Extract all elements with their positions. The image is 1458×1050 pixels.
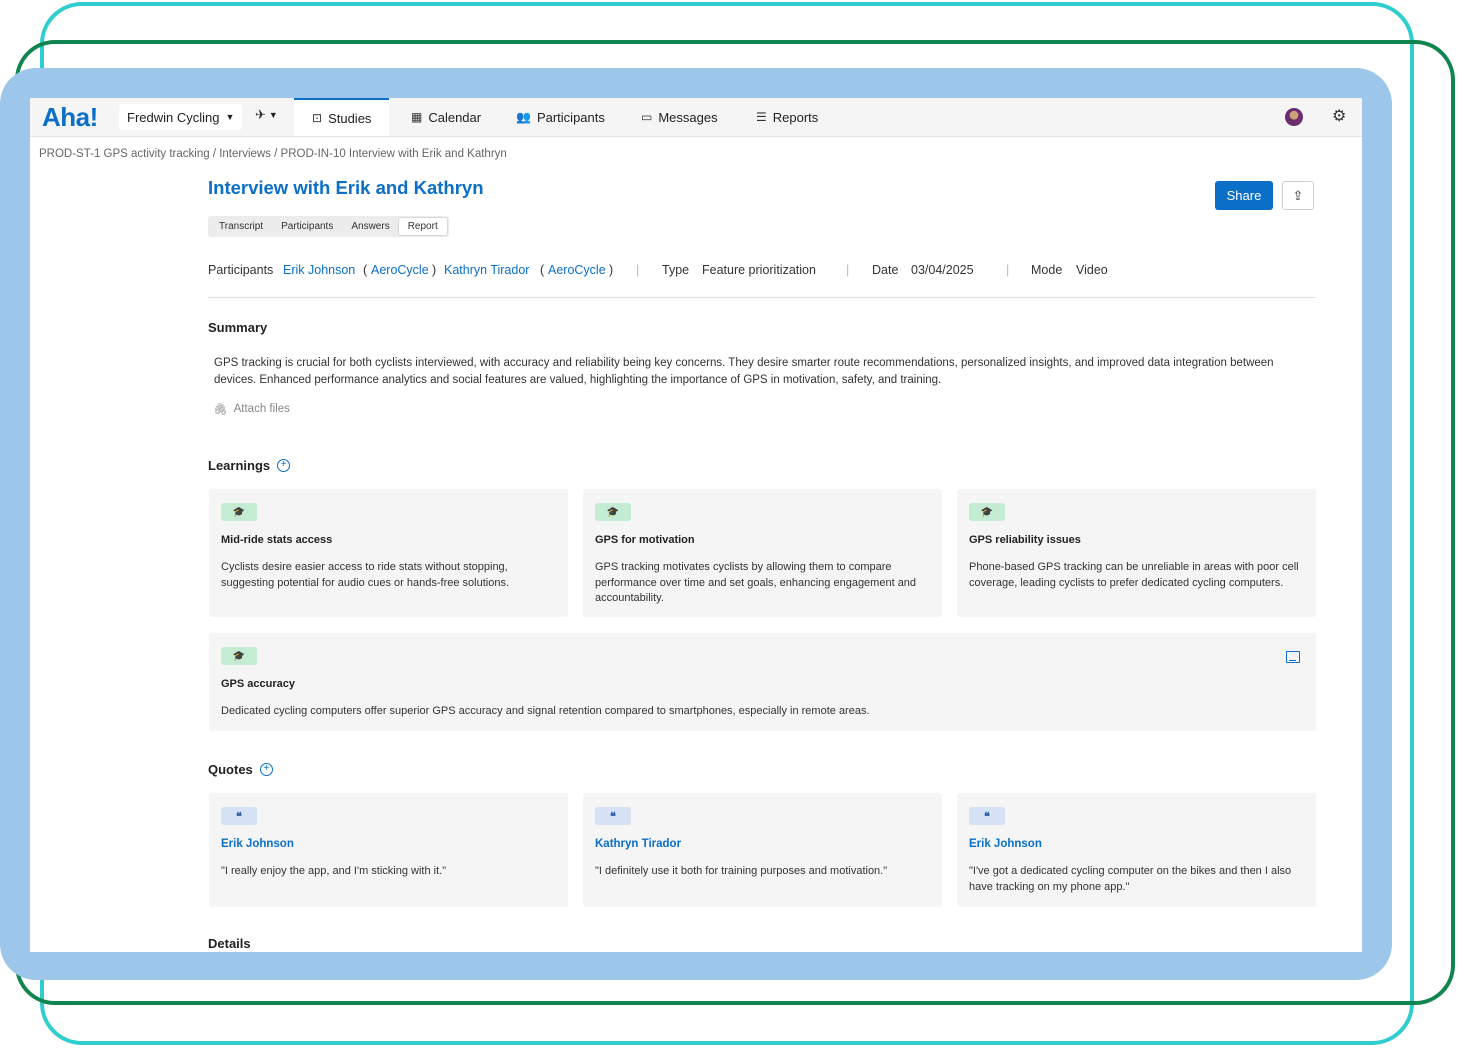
divider: |	[636, 263, 640, 277]
type-label: Type	[662, 263, 690, 277]
quote-icon: ❝	[221, 807, 257, 825]
image-icon[interactable]	[1286, 651, 1300, 663]
paren-close: )	[609, 263, 614, 277]
attach-files-label: Attach files	[233, 403, 290, 415]
paren-open: (	[540, 263, 545, 277]
studies-icon: ⊡	[312, 111, 323, 125]
subtab-report[interactable]: Report	[398, 218, 447, 235]
tab-participants[interactable]: 👥 Participants	[516, 98, 605, 136]
learning-card[interactable]: 🎓 GPS for motivation GPS tracking motiva…	[583, 489, 942, 617]
summary-title: Summary	[208, 320, 267, 335]
tab-calendar-label: Calendar	[428, 109, 482, 125]
export-icon: ⇪	[1292, 187, 1304, 203]
tab-calendar[interactable]: ▦ Calendar	[411, 98, 481, 136]
participants-label: Participants	[208, 263, 274, 277]
calendar-icon: ▦	[411, 110, 423, 124]
details-title: Details	[208, 936, 251, 951]
tab-messages-label: Messages	[658, 109, 718, 125]
learnings-title: Learnings +	[208, 458, 291, 473]
report-subtabs: Transcript Participants Answers Report	[208, 216, 449, 237]
learning-card[interactable]: 🎓 Mid-ride stats access Cyclists desire …	[209, 489, 568, 617]
participants-icon: 👥	[516, 110, 531, 124]
aha-logo[interactable]: Aha!	[42, 102, 98, 133]
add-quote-icon[interactable]: +	[259, 763, 273, 776]
summary-title-text: Summary	[208, 320, 268, 335]
tab-studies[interactable]: ⊡ Studies	[294, 98, 390, 136]
quote-icon: ❝	[595, 807, 631, 825]
learning-card[interactable]: 🎓 GPS accuracy Dedicated cycling compute…	[209, 633, 1316, 731]
paren-close: )	[432, 263, 437, 277]
subtab-transcript[interactable]: Transcript	[210, 218, 272, 235]
workspace-selector[interactable]: Fredwin Cycling ▼	[119, 104, 243, 130]
subtab-answers[interactable]: Answers	[342, 218, 398, 235]
avatar[interactable]	[1285, 108, 1303, 126]
participant-link[interactable]: Erik Johnson	[283, 263, 355, 277]
page-title[interactable]: Interview with Erik and Kathryn	[208, 177, 484, 199]
graduation-cap-icon: 🎓	[969, 503, 1005, 521]
quote-text: "I've got a dedicated cycling computer o…	[969, 865, 1292, 893]
tab-studies-label: Studies	[328, 110, 372, 126]
bird-icon: ✈	[255, 107, 266, 122]
app-window: Aha! Fredwin Cycling ▼ ✈ ▼ ⊡ Studies ▦ C…	[30, 98, 1362, 952]
top-nav-bar: Aha! Fredwin Cycling ▼ ✈ ▼ ⊡ Studies ▦ C…	[30, 98, 1362, 137]
share-button[interactable]: Share	[1215, 181, 1273, 210]
type-value: Feature prioritization	[702, 263, 816, 277]
quote-text: "I definitely use it both for training p…	[595, 865, 888, 877]
details-title-text: Details	[208, 936, 251, 951]
company-link[interactable]: AeroCycle	[371, 263, 429, 277]
subtab-participants[interactable]: Participants	[272, 218, 342, 235]
learning-body: GPS tracking motivates cyclists by allow…	[595, 561, 917, 604]
quote-person[interactable]: Erik Johnson	[969, 838, 1042, 850]
gear-icon[interactable]: ⚙	[1332, 106, 1346, 126]
mode-label: Mode	[1031, 263, 1063, 277]
quotes-title-text: Quotes	[208, 762, 253, 777]
tab-reports[interactable]: ☰ Reports	[756, 98, 818, 136]
quote-icon: ❝	[969, 807, 1005, 825]
quote-person[interactable]: Erik Johnson	[221, 838, 294, 850]
graduation-cap-icon: 🎓	[595, 503, 631, 521]
paren-open: (	[363, 263, 368, 277]
attach-files-link[interactable]: 🖇 Attach files	[213, 402, 290, 416]
mode-value: Video	[1076, 263, 1108, 277]
divider: |	[1006, 263, 1010, 277]
learning-title: GPS accuracy	[221, 678, 295, 690]
workspace-name: Fredwin Cycling	[127, 109, 220, 125]
learning-title: Mid-ride stats access	[221, 534, 333, 546]
divider: |	[846, 263, 850, 277]
learning-body: Phone-based GPS tracking can be unreliab…	[969, 561, 1299, 589]
learning-body: Cyclists desire easier access to ride st…	[221, 561, 510, 589]
learning-title: GPS for motivation	[595, 534, 695, 546]
chevron-down-icon: ▼	[268, 110, 278, 120]
tab-messages[interactable]: ▭ Messages	[641, 98, 718, 136]
participant-link[interactable]: Kathryn Tirador	[444, 263, 529, 277]
quote-card[interactable]: ❝ Erik Johnson "I've got a dedicated cyc…	[957, 793, 1316, 907]
tab-participants-label: Participants	[536, 109, 605, 125]
quote-text: "I really enjoy the app, and I'm stickin…	[221, 865, 447, 877]
export-button[interactable]: ⇪	[1282, 181, 1314, 210]
chevron-down-icon: ▼	[225, 112, 235, 122]
quote-card[interactable]: ❝ Kathryn Tirador "I definitely use it b…	[583, 793, 942, 907]
quote-person[interactable]: Kathryn Tirador	[595, 838, 681, 850]
graduation-cap-icon: 🎓	[221, 503, 257, 521]
graduation-cap-icon: 🎓	[221, 647, 257, 665]
paperclip-icon: 🖇	[213, 404, 228, 416]
messages-icon: ▭	[641, 110, 653, 124]
add-learning-icon[interactable]: +	[277, 459, 291, 472]
summary-text[interactable]: GPS tracking is crucial for both cyclist…	[214, 355, 1314, 389]
learnings-title-text: Learnings	[208, 458, 271, 473]
date-value: 03/04/2025	[911, 263, 974, 277]
reports-icon: ☰	[756, 110, 767, 124]
date-label: Date	[872, 263, 899, 277]
learning-body: Dedicated cycling computers offer superi…	[221, 705, 870, 717]
company-link[interactable]: AeroCycle	[548, 263, 606, 277]
learning-title: GPS reliability issues	[969, 534, 1081, 546]
breadcrumb[interactable]: PROD-ST-1 GPS activity tracking / Interv…	[39, 148, 507, 160]
learning-card[interactable]: 🎓 GPS reliability issues Phone-based GPS…	[957, 489, 1316, 617]
tab-reports-label: Reports	[772, 109, 819, 125]
quote-card[interactable]: ❝ Erik Johnson "I really enjoy the app, …	[209, 793, 568, 907]
product-switcher[interactable]: ✈ ▼	[255, 107, 278, 123]
quotes-title: Quotes +	[208, 762, 273, 777]
interview-meta: Participants Erik Johnson ( AeroCycle ) …	[208, 263, 1316, 298]
